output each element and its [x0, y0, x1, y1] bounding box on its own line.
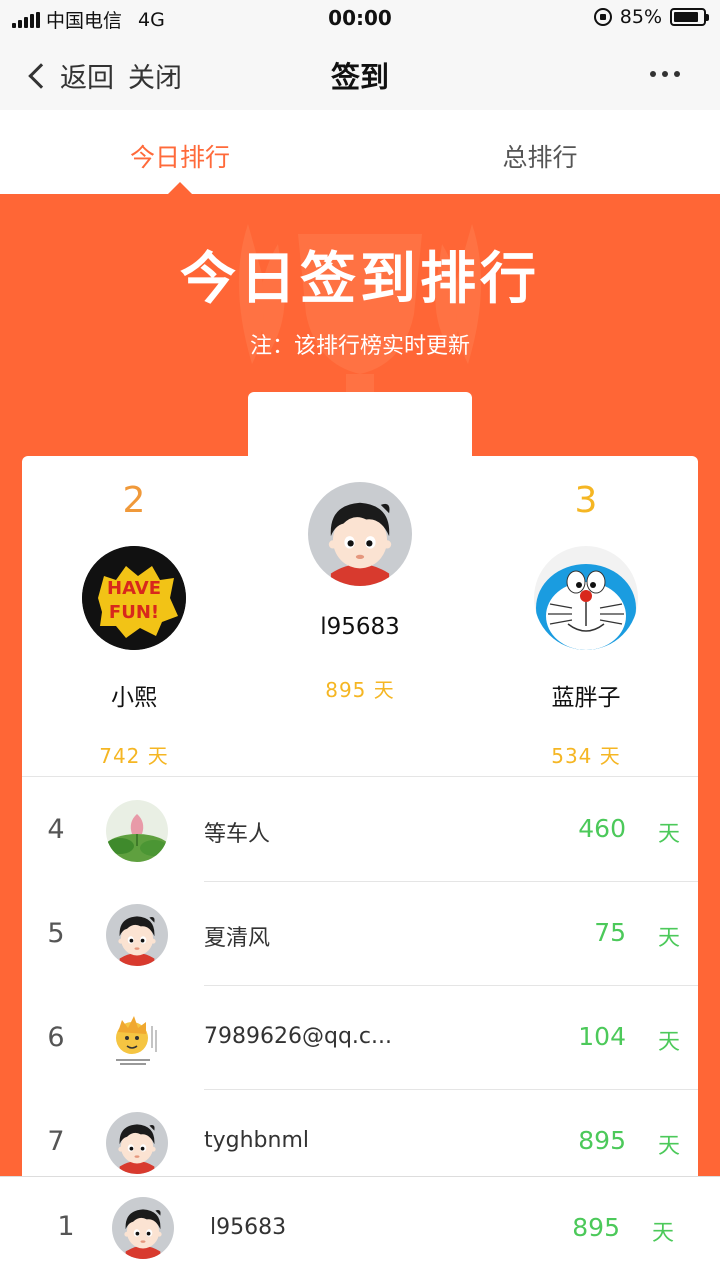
podium-rank-3: 3 [574, 480, 598, 521]
list-days-unit: 天 [657, 1030, 680, 1055]
boy-avatar-icon [106, 904, 168, 966]
list-item[interactable]: 7 tyghbnml 895 天 [22, 1090, 698, 1176]
active-tab-indicator [168, 182, 192, 194]
banner-note: 注：该排行榜实时更新 [249, 334, 470, 359]
tab-today-ranking[interactable]: 今日排行 [0, 138, 360, 174]
list-item[interactable]: 4 等车人 460 天 [22, 778, 698, 882]
cartoon-sketch-avatar-icon [106, 1008, 168, 1070]
list-rank: 4 [47, 814, 65, 845]
podium-divider [22, 776, 698, 777]
podium-name-2: 小熙 [111, 685, 157, 711]
podium-rank-1: 1 [290, 456, 430, 457]
battery-percent: 85% [619, 6, 662, 28]
list-name: tyghbnml [204, 1128, 310, 1153]
list-name: 等车人 [204, 822, 271, 847]
more-button[interactable] [650, 71, 680, 77]
my-name: l95683 [210, 1215, 287, 1240]
list-days-value: 75 [594, 918, 626, 947]
list-days-value: 104 [578, 1022, 626, 1051]
podium-days-1: 895 天 [325, 678, 395, 702]
list-days-unit: 天 [657, 1134, 680, 1159]
list-item[interactable]: 6 7989626@qq.c... 104 天 [22, 986, 698, 1090]
avatar-text-1: HAVE [107, 578, 161, 599]
ranking-card: 2 HAVE FUN! 小熙 742 天 1 l95683 895 天 3 [22, 456, 698, 1176]
chevron-left-icon [28, 62, 54, 89]
my-days-value: 895 [572, 1213, 620, 1242]
boy-avatar-icon [308, 482, 412, 586]
tab-bar: 今日排行 总排行 [0, 110, 720, 194]
status-bar: 中国电信 4G 00:00 85% [0, 0, 720, 38]
list-days-unit: 天 [657, 822, 680, 847]
back-label: 返回 [60, 63, 114, 94]
podium-rank-2: 2 [122, 480, 146, 521]
podium-name-3: 蓝胖子 [551, 685, 621, 711]
my-rank: 1 [57, 1211, 75, 1242]
avatar-second[interactable]: HAVE FUN! [82, 546, 186, 650]
podium-days-3: 534 天 [551, 744, 621, 768]
list-days-value: 460 [578, 814, 626, 843]
back-button[interactable]: 返回 [26, 56, 114, 95]
podium-name-1: l95683 [320, 614, 400, 640]
doraemon-avatar-icon [534, 546, 638, 650]
my-days-unit: 天 [651, 1221, 674, 1246]
avatar-first[interactable] [308, 482, 412, 586]
list-days-value: 895 [578, 1126, 626, 1155]
my-rank-bar[interactable]: 1 l95683 895 天 [0, 1176, 720, 1280]
rotation-lock-icon [593, 8, 612, 26]
list-rank: 7 [47, 1126, 65, 1157]
battery-icon [670, 8, 709, 26]
close-button[interactable]: 关闭 [128, 56, 182, 95]
nav-bar: 返回 关闭 签到 [0, 38, 720, 110]
list-days-unit: 天 [657, 926, 680, 951]
lotus-avatar-icon [106, 800, 168, 862]
avatar-third[interactable] [534, 546, 638, 650]
banner-title: 今日签到排行 [180, 247, 540, 312]
list-rank: 5 [47, 918, 65, 949]
list-item[interactable]: 5 夏清风 75 天 [22, 882, 698, 986]
have-fun-avatar-icon: HAVE FUN! [82, 546, 186, 650]
more-dots-icon [650, 71, 656, 77]
boy-avatar-icon [112, 1197, 174, 1259]
list-rank: 6 [47, 1022, 65, 1053]
list-name: 夏清风 [204, 926, 271, 951]
boy-avatar-icon [106, 1112, 168, 1174]
tab-total-ranking[interactable]: 总排行 [360, 138, 720, 174]
status-bar-right: 85% [593, 6, 709, 28]
podium-days-2: 742 天 [99, 744, 169, 768]
list-name: 7989626@qq.c... [204, 1024, 392, 1049]
avatar-text-2: FUN! [109, 602, 159, 623]
